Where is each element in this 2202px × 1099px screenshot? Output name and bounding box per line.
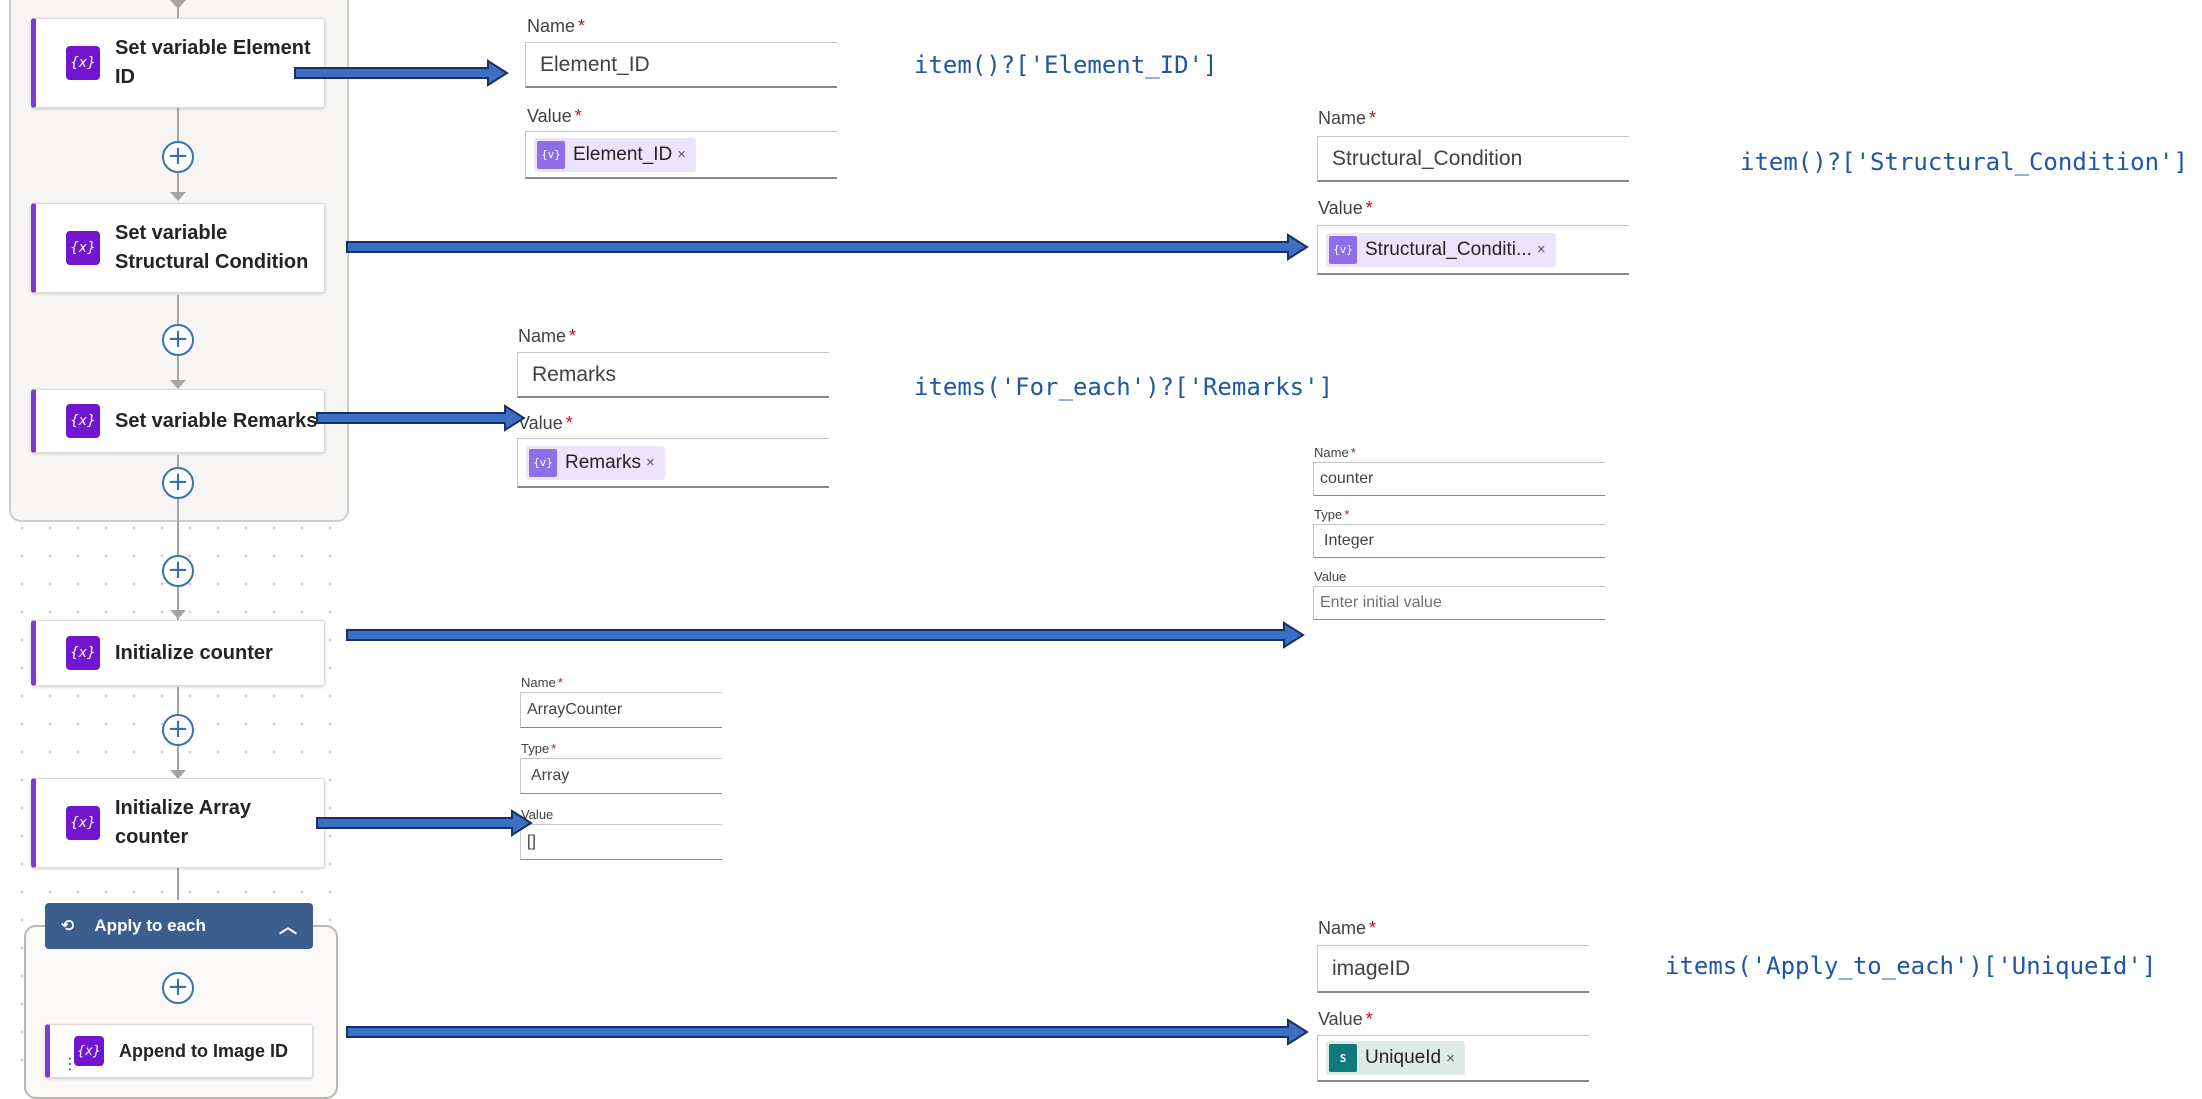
- annotation-arrow: [346, 1018, 1309, 1046]
- annotation-arrow: [346, 621, 1305, 649]
- annotation-arrow: [294, 59, 509, 87]
- annotation-arrow: [316, 404, 526, 432]
- annotation-arrow: [346, 233, 1309, 261]
- annotation-arrows: [294, 59, 1309, 1046]
- annotation-arrow: [316, 809, 533, 837]
